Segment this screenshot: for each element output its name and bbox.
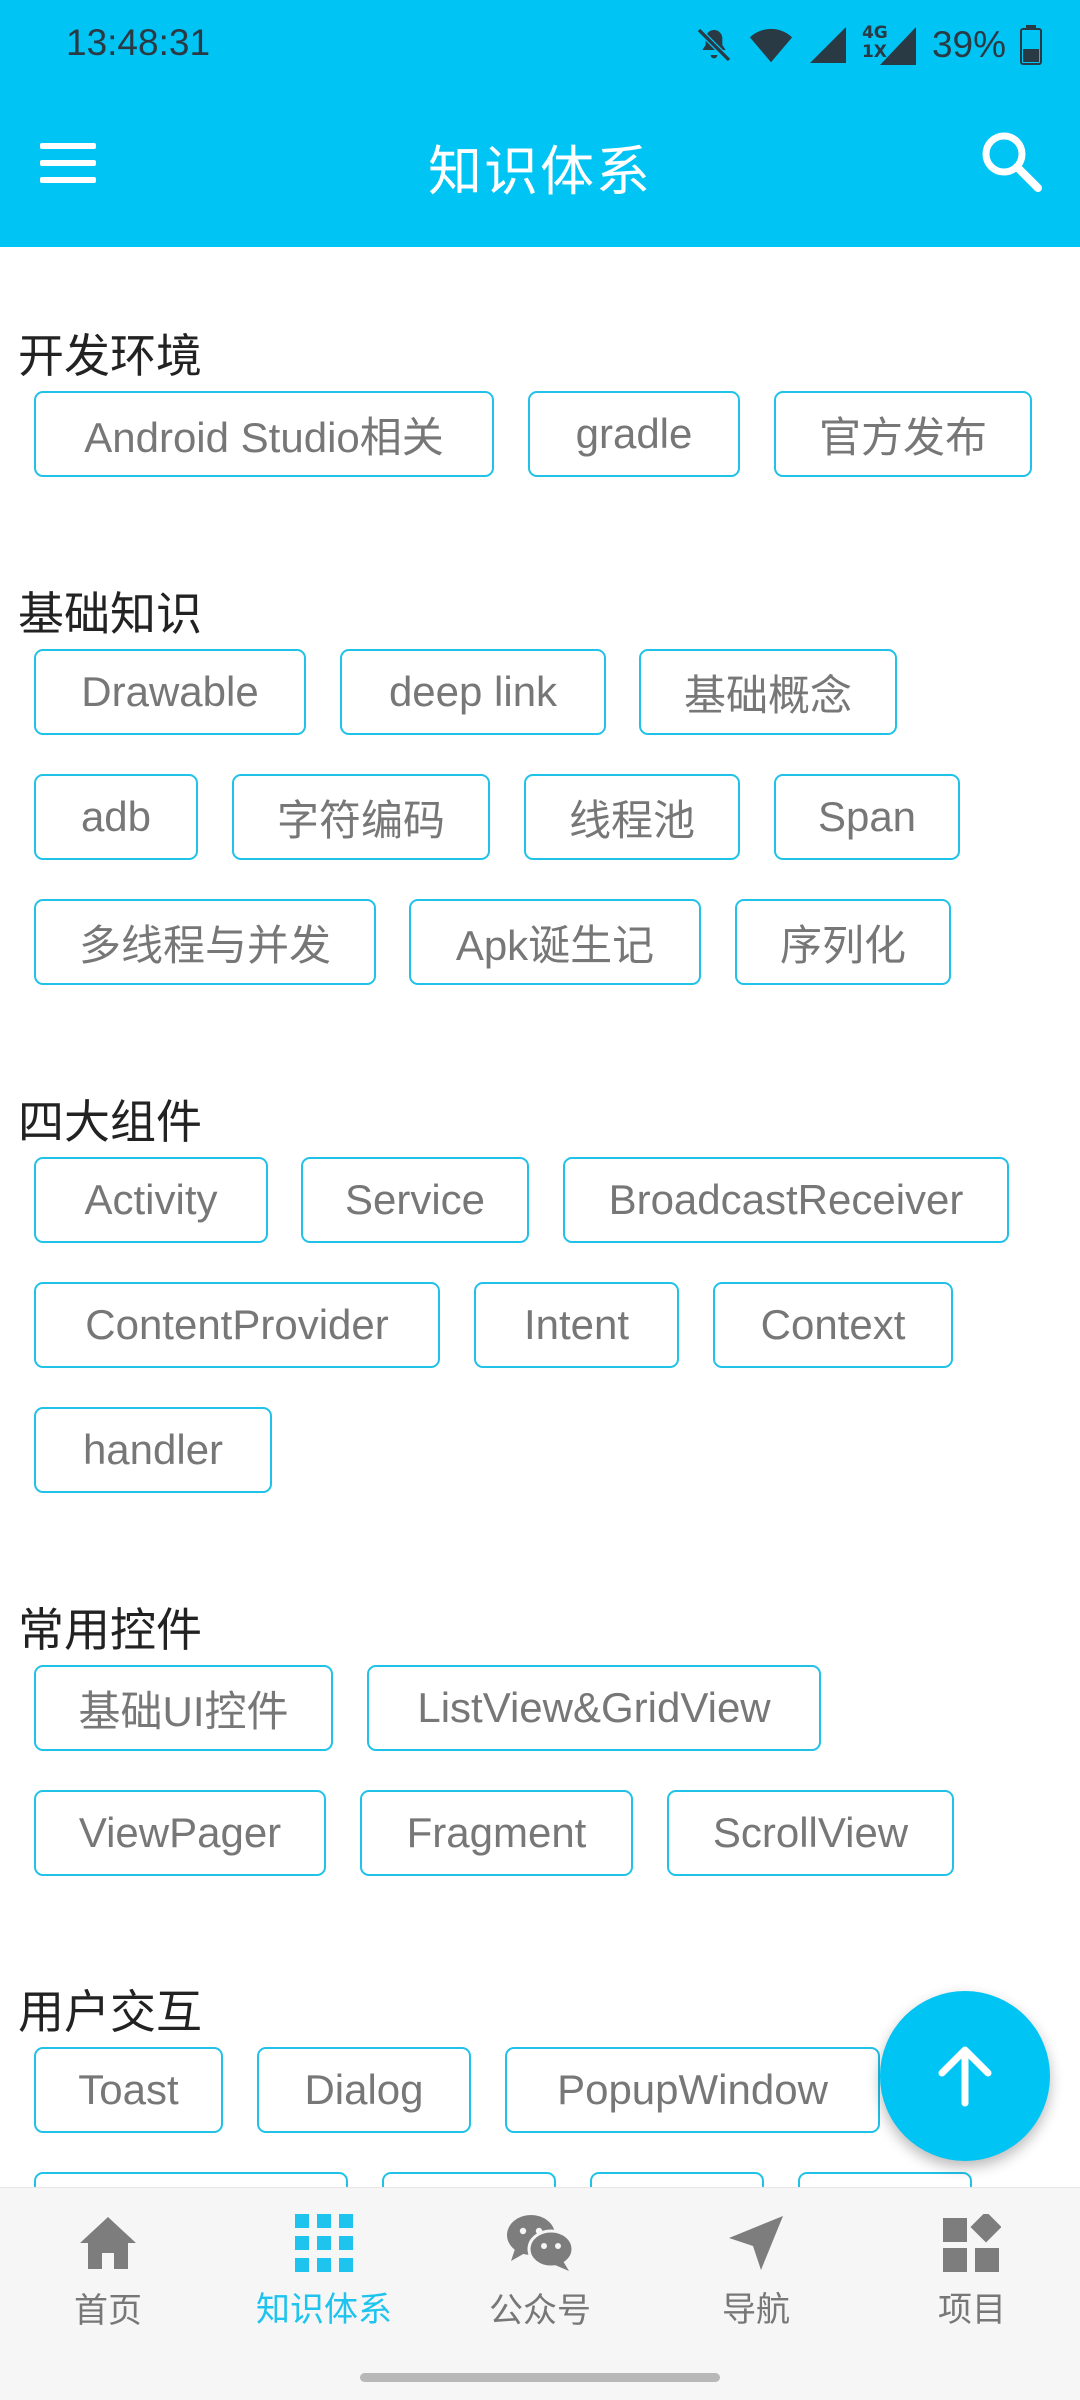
chip-partial[interactable] (798, 2172, 972, 2187)
chip[interactable]: PopupWindow (505, 2047, 880, 2133)
chip[interactable]: 线程池 (524, 774, 740, 860)
chip-partial[interactable] (590, 2172, 764, 2187)
chip[interactable]: 基础UI控件 (34, 1665, 333, 1751)
battery-icon (1020, 25, 1042, 65)
nav-knowledge[interactable]: 知识体系 (216, 2188, 432, 2356)
section-title: 用户交互 (18, 1985, 202, 2039)
wifi-icon (748, 25, 794, 65)
chip[interactable]: Apk诞生记 (409, 899, 701, 985)
section-title: 四大组件 (18, 1095, 202, 1149)
apps-icon (943, 2213, 1001, 2272)
battery-percent: 39% (931, 24, 1006, 65)
chip[interactable]: Context (713, 1282, 953, 1368)
chip[interactable]: ListView&GridView (367, 1665, 821, 1751)
chip[interactable]: Activity (34, 1157, 268, 1243)
section-title: 常用控件 (18, 1603, 202, 1657)
section-title: 开发环境 (18, 329, 202, 383)
status-icons: 4G 1X 39% (694, 20, 1042, 70)
chip[interactable]: Dialog (257, 2047, 471, 2133)
chip-partial[interactable] (34, 2172, 348, 2187)
navigation-arrow-icon (729, 2215, 783, 2270)
grid-icon (295, 2213, 353, 2272)
status-time: 13:48:31 (66, 22, 211, 63)
chip[interactable]: Intent (474, 1282, 679, 1368)
chip-partial[interactable] (382, 2172, 556, 2187)
chip[interactable]: 字符编码 (232, 774, 490, 860)
chip[interactable]: Service (301, 1157, 529, 1243)
nav-label: 项目 (938, 2289, 1006, 2330)
mute-bell-icon (694, 25, 734, 65)
gesture-bar[interactable] (360, 2373, 720, 2382)
chip[interactable]: BroadcastReceiver (563, 1157, 1009, 1243)
scroll-to-top-button[interactable] (880, 1991, 1050, 2161)
cell-signal-4g-icon: 4G 1X (862, 23, 918, 67)
arrow-up-icon (938, 2046, 992, 2107)
home-icon (80, 2216, 136, 2269)
chip[interactable]: 官方发布 (774, 391, 1032, 477)
chip[interactable]: Drawable (34, 649, 306, 735)
nav-home[interactable]: 首页 (0, 2188, 216, 2356)
chip[interactable]: 基础概念 (639, 649, 897, 735)
knowledge-tree-list[interactable]: 开发环境 Android Studio相关 gradle 官方发布 基础知识 D… (0, 247, 1080, 2187)
chip[interactable]: 序列化 (735, 899, 951, 985)
chip[interactable]: deep link (340, 649, 606, 735)
page-title: 知识体系 (428, 140, 652, 203)
chip[interactable]: ViewPager (34, 1790, 326, 1876)
chip[interactable]: Android Studio相关 (34, 391, 494, 477)
bottom-navigation: 首页 知识体系 公众号 导航 项目 (0, 2187, 1080, 2356)
nav-label: 知识体系 (256, 2289, 392, 2330)
chip[interactable]: Span (774, 774, 960, 860)
nav-label: 公众号 (489, 2290, 591, 2331)
nav-label: 导航 (722, 2289, 790, 2330)
chip[interactable]: 多线程与并发 (34, 899, 376, 985)
chip[interactable]: Fragment (360, 1790, 633, 1876)
nav-wechat[interactable]: 公众号 (432, 2188, 648, 2356)
app-bar: 13:48:31 4G 1X 39% 知识体系 (0, 0, 1080, 247)
search-icon[interactable] (978, 128, 1044, 194)
chip[interactable]: handler (34, 1407, 272, 1493)
gesture-area (0, 2355, 1080, 2400)
nav-projects[interactable]: 项目 (864, 2188, 1080, 2356)
wechat-icon (507, 2214, 575, 2271)
chip[interactable]: ScrollView (667, 1790, 954, 1876)
section-title: 基础知识 (18, 587, 202, 641)
nav-label: 首页 (74, 2290, 142, 2331)
cell-signal-icon (808, 25, 848, 65)
nav-navigation[interactable]: 导航 (648, 2188, 864, 2356)
chip[interactable]: Toast (34, 2047, 223, 2133)
chip[interactable]: adb (34, 774, 198, 860)
chip[interactable]: gradle (528, 391, 740, 477)
chip[interactable]: ContentProvider (34, 1282, 440, 1368)
